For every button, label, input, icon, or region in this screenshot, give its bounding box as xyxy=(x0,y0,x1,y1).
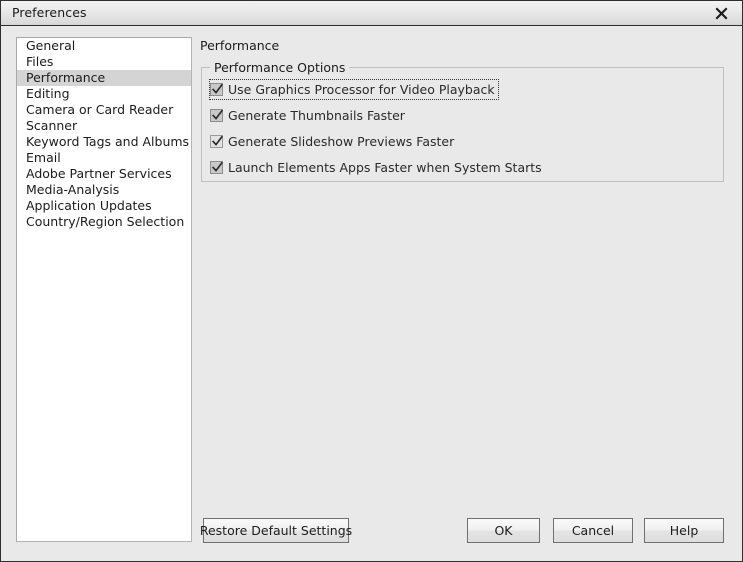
sidebar-item-label: Media-Analysis xyxy=(26,182,120,197)
checkbox-checked-icon[interactable] xyxy=(210,83,223,96)
sidebar-item-label: General xyxy=(26,38,76,53)
sidebar-item-label: Application Updates xyxy=(26,198,152,213)
sidebar-item-label: Adobe Partner Services xyxy=(26,166,172,181)
sidebar-item-general[interactable]: General xyxy=(17,38,191,54)
checkbox-checked-icon[interactable] xyxy=(210,109,223,122)
sidebar-item-label: Performance xyxy=(26,70,106,85)
checkbox-checked-icon[interactable] xyxy=(210,135,223,148)
checkbox-label: Generate Slideshow Previews Faster xyxy=(228,134,455,149)
preferences-category-list[interactable]: General Files Performance Editing Camera or … xyxy=(16,37,192,542)
restore-default-settings-button[interactable]: Restore Default Settings xyxy=(200,518,352,543)
checkbox-label: Use Graphics Processor for Video Playbac… xyxy=(228,82,495,97)
sidebar-item-camera-or-card-reader[interactable]: Camera or Card Reader xyxy=(17,102,191,118)
checkbox-row[interactable]: Generate Thumbnails Faster xyxy=(210,106,405,125)
ok-button[interactable]: OK xyxy=(467,518,540,543)
checkbox-checked-icon[interactable] xyxy=(210,161,223,174)
help-button[interactable]: Help xyxy=(644,518,724,543)
checkbox-label: Generate Thumbnails Faster xyxy=(228,108,405,123)
sidebar-item-editing[interactable]: Editing xyxy=(17,86,191,102)
checkbox-row[interactable]: Use Graphics Processor for Video Playbac… xyxy=(209,79,499,100)
sidebar-item-keyword-tags-and-albums[interactable]: Keyword Tags and Albums xyxy=(17,134,191,150)
title-bar: Preferences xyxy=(1,1,742,26)
window-title: Preferences xyxy=(12,5,87,20)
sidebar-item-adobe-partner-services[interactable]: Adobe Partner Services xyxy=(17,166,191,182)
sidebar-item-label: Email xyxy=(26,150,61,165)
sidebar-item-scanner[interactable]: Scanner xyxy=(17,118,191,134)
sidebar-item-label: Scanner xyxy=(26,118,78,133)
checkbox-row[interactable]: Generate Slideshow Previews Faster xyxy=(210,132,454,151)
sidebar-item-label: Camera or Card Reader xyxy=(26,102,174,117)
sidebar-item-label: Keyword Tags and Albums xyxy=(26,134,190,149)
group-legend: Performance Options xyxy=(210,61,350,75)
sidebar-item-country-region-selection[interactable]: Country/Region Selection xyxy=(17,214,191,230)
preferences-dialog: Preferences General Files Performance Editi… xyxy=(0,0,743,562)
sidebar-item-label: Files xyxy=(26,54,54,69)
sidebar-item-email[interactable]: Email xyxy=(17,150,191,166)
sidebar-item-label: Country/Region Selection xyxy=(26,214,185,229)
cancel-button[interactable]: Cancel xyxy=(553,518,633,543)
sidebar-item-performance[interactable]: Performance xyxy=(17,70,191,86)
sidebar-item-files[interactable]: Files xyxy=(17,54,191,70)
page-title: Performance xyxy=(200,38,280,53)
sidebar-item-label: Editing xyxy=(26,86,70,101)
checkbox-label: Launch Elements Apps Faster when System … xyxy=(228,160,542,175)
checkbox-row[interactable]: Launch Elements Apps Faster when System … xyxy=(210,158,542,177)
sidebar-item-application-updates[interactable]: Application Updates xyxy=(17,198,191,214)
sidebar-item-media-analysis[interactable]: Media-Analysis xyxy=(17,182,191,198)
close-icon[interactable] xyxy=(701,1,742,25)
